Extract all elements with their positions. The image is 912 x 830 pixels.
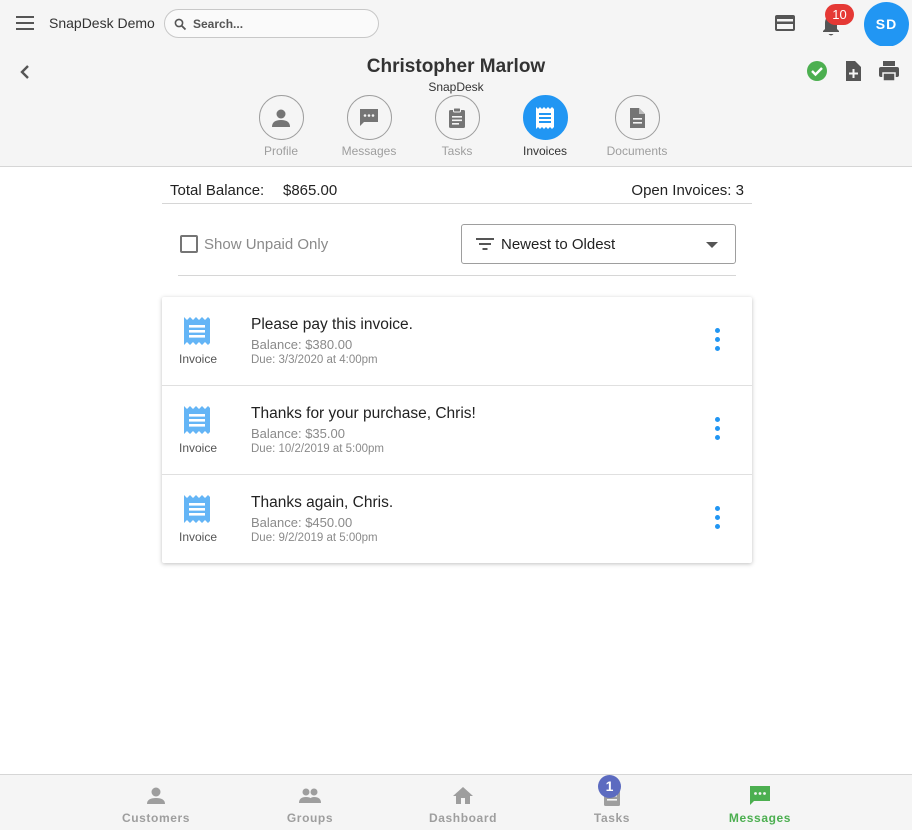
- check-circle-icon: [807, 61, 827, 81]
- tab-label: Documents: [606, 144, 668, 158]
- billing-button[interactable]: [773, 12, 797, 39]
- nav-messages[interactable]: Messages: [705, 775, 815, 830]
- invoice-type-label: Invoice: [178, 530, 218, 544]
- nav-customers[interactable]: Customers: [101, 775, 211, 830]
- bottom-navigation: Customers Groups Dashboard Tasks Message…: [0, 774, 912, 830]
- sort-value: Newest to Oldest: [501, 236, 616, 253]
- home-icon: [453, 787, 473, 804]
- search-box[interactable]: [164, 9, 379, 38]
- printer-icon: [879, 61, 899, 82]
- tab-label: Messages: [341, 144, 397, 158]
- show-unpaid-checkbox[interactable]: [180, 235, 198, 253]
- receipt-icon: [536, 106, 554, 129]
- document-icon: [630, 107, 645, 128]
- filter-row: Show Unpaid Only Newest to Oldest: [178, 222, 736, 276]
- receipt-icon: [184, 406, 210, 434]
- invoice-row[interactable]: Invoice Please pay this invoice. Balance…: [162, 297, 752, 386]
- hamburger-menu-icon: [16, 16, 34, 30]
- customer-name: Christopher Marlow: [366, 56, 546, 77]
- more-options-button[interactable]: [708, 326, 728, 356]
- invoice-title: Please pay this invoice.: [251, 316, 413, 333]
- sort-select[interactable]: Newest to Oldest: [461, 224, 736, 264]
- invoice-type-label: Invoice: [178, 441, 218, 455]
- search-icon: [174, 18, 187, 31]
- dropdown-arrow-icon: [706, 242, 718, 248]
- tab-profile[interactable]: Profile: [236, 95, 326, 158]
- app-title: SnapDesk Demo: [49, 15, 155, 31]
- invoice-balance: Balance: $380.00: [251, 337, 353, 352]
- show-unpaid-label[interactable]: Show Unpaid Only: [204, 236, 328, 253]
- invoice-list: Invoice Please pay this invoice. Balance…: [162, 297, 752, 563]
- tab-invoices[interactable]: Invoices: [500, 95, 590, 158]
- tab-documents[interactable]: Documents: [588, 95, 686, 158]
- invoice-type-label: Invoice: [178, 352, 218, 366]
- tab-messages[interactable]: Messages: [324, 95, 414, 158]
- person-icon: [147, 787, 165, 804]
- tasks-count-badge: 1: [598, 775, 621, 798]
- nav-label: Customers: [121, 811, 191, 825]
- invoice-due-date: Due: 3/3/2020 at 4:00pm: [251, 354, 378, 366]
- invoice-title: Thanks for your purchase, Chris!: [251, 405, 476, 422]
- person-icon: [272, 109, 290, 127]
- more-vert-icon: [715, 328, 720, 333]
- tab-label: Invoices: [522, 144, 568, 158]
- more-vert-icon: [715, 417, 720, 422]
- invoice-row[interactable]: Invoice Thanks again, Chris. Balance: $4…: [162, 475, 752, 563]
- nav-label: Dashboard: [428, 811, 498, 825]
- credit-card-icon: [775, 15, 795, 31]
- clipboard-icon: [449, 107, 465, 128]
- receipt-icon: [184, 317, 210, 345]
- balance-summary: Total Balance: $865.00 Open Invoices: 3: [162, 177, 752, 204]
- invoice-due-date: Due: 9/2/2019 at 5:00pm: [251, 532, 378, 544]
- top-app-bar: SnapDesk Demo 10 SD: [0, 0, 912, 47]
- total-balance-value: $865.00: [283, 182, 338, 199]
- avatar[interactable]: SD: [864, 2, 909, 47]
- nav-label: Tasks: [593, 811, 631, 825]
- invoice-due-date: Due: 10/2/2019 at 5:00pm: [251, 443, 384, 455]
- more-options-button[interactable]: [708, 415, 728, 445]
- add-document-icon: [846, 61, 861, 81]
- filter-icon: [476, 238, 494, 250]
- customer-company: SnapDesk: [428, 80, 484, 94]
- message-icon: [360, 108, 378, 126]
- message-icon: [750, 786, 770, 805]
- invoice-row[interactable]: Invoice Thanks for your purchase, Chris!…: [162, 386, 752, 475]
- tab-label: Tasks: [441, 144, 473, 158]
- customer-header: Christopher Marlow SnapDesk Profile Mess…: [0, 46, 912, 167]
- status-check-button[interactable]: [806, 60, 828, 87]
- notification-badge: 10: [825, 4, 854, 25]
- tab-tasks[interactable]: Tasks: [412, 95, 502, 158]
- total-balance-label: Total Balance:: [170, 182, 265, 199]
- menu-button[interactable]: [14, 12, 36, 34]
- more-options-button[interactable]: [708, 504, 728, 534]
- more-vert-icon: [715, 506, 720, 511]
- invoice-balance: Balance: $35.00: [251, 426, 345, 441]
- tab-label: Profile: [263, 144, 298, 158]
- search-input[interactable]: [193, 14, 368, 33]
- receipt-icon: [184, 495, 210, 523]
- open-invoices-count: Open Invoices: 3: [631, 182, 744, 199]
- nav-dashboard[interactable]: Dashboard: [408, 775, 518, 830]
- print-button[interactable]: [877, 60, 901, 87]
- invoice-title: Thanks again, Chris.: [251, 494, 394, 511]
- nav-groups[interactable]: Groups: [255, 775, 365, 830]
- nav-label: Messages: [728, 811, 792, 825]
- group-icon: [299, 788, 321, 803]
- invoice-balance: Balance: $450.00: [251, 515, 353, 530]
- new-document-button[interactable]: [843, 59, 863, 88]
- nav-label: Groups: [286, 811, 334, 825]
